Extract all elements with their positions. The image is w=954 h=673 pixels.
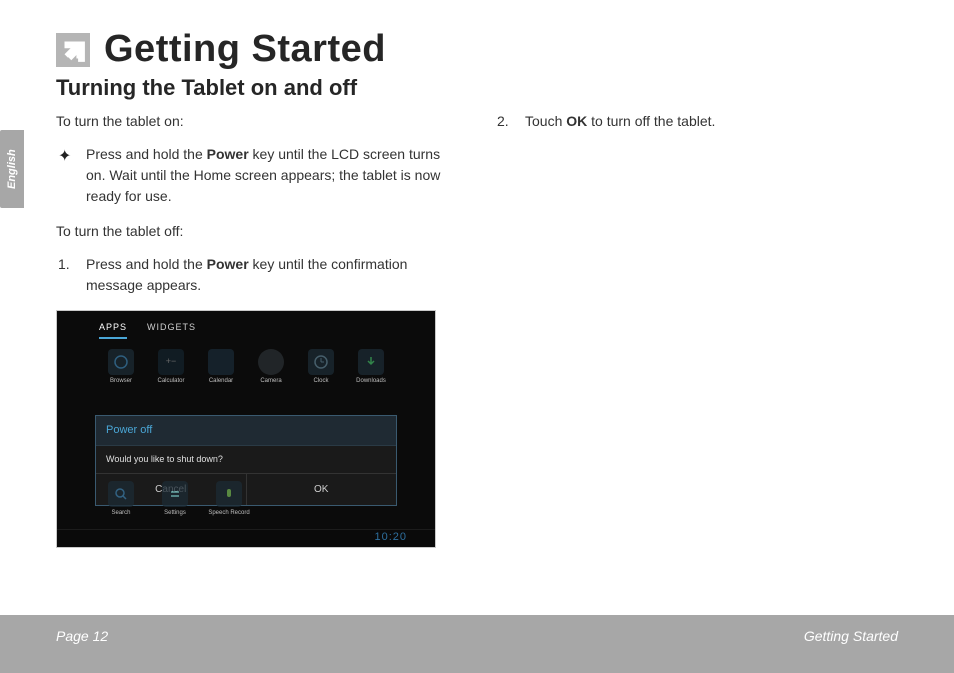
app-icon: Camera <box>249 349 293 386</box>
screenshot-tab-apps: APPS <box>99 321 127 339</box>
page-title: Getting Started <box>104 28 386 71</box>
bold-power: Power <box>207 256 249 272</box>
app-icon: Search <box>99 481 143 518</box>
title-row: Getting Started <box>56 28 898 71</box>
arrow-down-right-icon <box>56 33 90 67</box>
dialog-message: Would you like to shut down? <box>96 446 396 475</box>
app-icon: Browser <box>99 349 143 386</box>
step-number: 1. <box>58 254 70 275</box>
bold-power: Power <box>207 146 249 162</box>
right-column: 2. Touch OK to turn off the tablet. <box>495 111 898 548</box>
footer-section-name: Getting Started <box>804 628 898 644</box>
dialog-title: Power off <box>96 416 396 446</box>
turn-off-list-continued: 2. Touch OK to turn off the tablet. <box>495 111 898 132</box>
screenshot-app-grid-row1: Browser +−Calculator Calendar Camera Clo… <box>99 349 393 386</box>
app-icon: Downloads <box>349 349 393 386</box>
plus-icon: ✦ <box>58 145 71 169</box>
screenshot-tab-widgets: WIDGETS <box>147 321 196 339</box>
mic-icon <box>216 481 242 507</box>
text-fragment: Press and hold the <box>86 256 207 272</box>
turn-on-list: ✦ Press and hold the Power key until the… <box>56 144 459 207</box>
turn-off-list: 1. Press and hold the Power key until th… <box>56 254 459 296</box>
turn-off-step-2: 2. Touch OK to turn off the tablet. <box>525 111 898 132</box>
turn-off-step-1: 1. Press and hold the Power key until th… <box>86 254 459 296</box>
app-icon: Settings <box>153 481 197 518</box>
globe-icon <box>108 349 134 375</box>
footer-page-number: Page 12 <box>56 628 108 644</box>
settings-icon <box>162 481 188 507</box>
app-icon: Clock <box>299 349 343 386</box>
two-column-layout: To turn the tablet on: ✦ Press and hold … <box>56 111 898 548</box>
calculator-icon: +− <box>158 349 184 375</box>
clock-icon <box>308 349 334 375</box>
screenshot-tabs: APPS WIDGETS <box>99 321 196 339</box>
turn-off-label: To turn the tablet off: <box>56 221 459 242</box>
language-tab: English <box>0 130 24 208</box>
app-icon: +−Calculator <box>149 349 193 386</box>
search-icon <box>108 481 134 507</box>
left-column: To turn the tablet on: ✦ Press and hold … <box>56 111 459 548</box>
step-number: 2. <box>497 111 509 132</box>
text-fragment: to turn off the tablet. <box>587 113 715 129</box>
text-fragment: Press and hold the <box>86 146 207 162</box>
screenshot-clock: 10:20 <box>374 529 407 546</box>
downloads-icon <box>358 349 384 375</box>
dialog-ok-button: OK <box>247 474 397 505</box>
main-content: Getting Started Turning the Tablet on an… <box>0 0 954 548</box>
turn-on-label: To turn the tablet on: <box>56 111 459 132</box>
text-fragment: Touch <box>525 113 566 129</box>
app-icon: Speech Record <box>207 481 251 518</box>
turn-on-bullet: ✦ Press and hold the Power key until the… <box>86 144 459 207</box>
section-subtitle: Turning the Tablet on and off <box>56 75 898 101</box>
app-icon: Calendar <box>199 349 243 386</box>
page-footer: Page 12 Getting Started <box>0 615 954 673</box>
calendar-icon <box>208 349 234 375</box>
bold-ok: OK <box>566 113 587 129</box>
tablet-screenshot: APPS WIDGETS Browser +−Calculator Calend… <box>56 310 436 548</box>
screenshot-app-grid-row2: Search Settings Speech Record <box>99 481 251 518</box>
camera-icon <box>258 349 284 375</box>
